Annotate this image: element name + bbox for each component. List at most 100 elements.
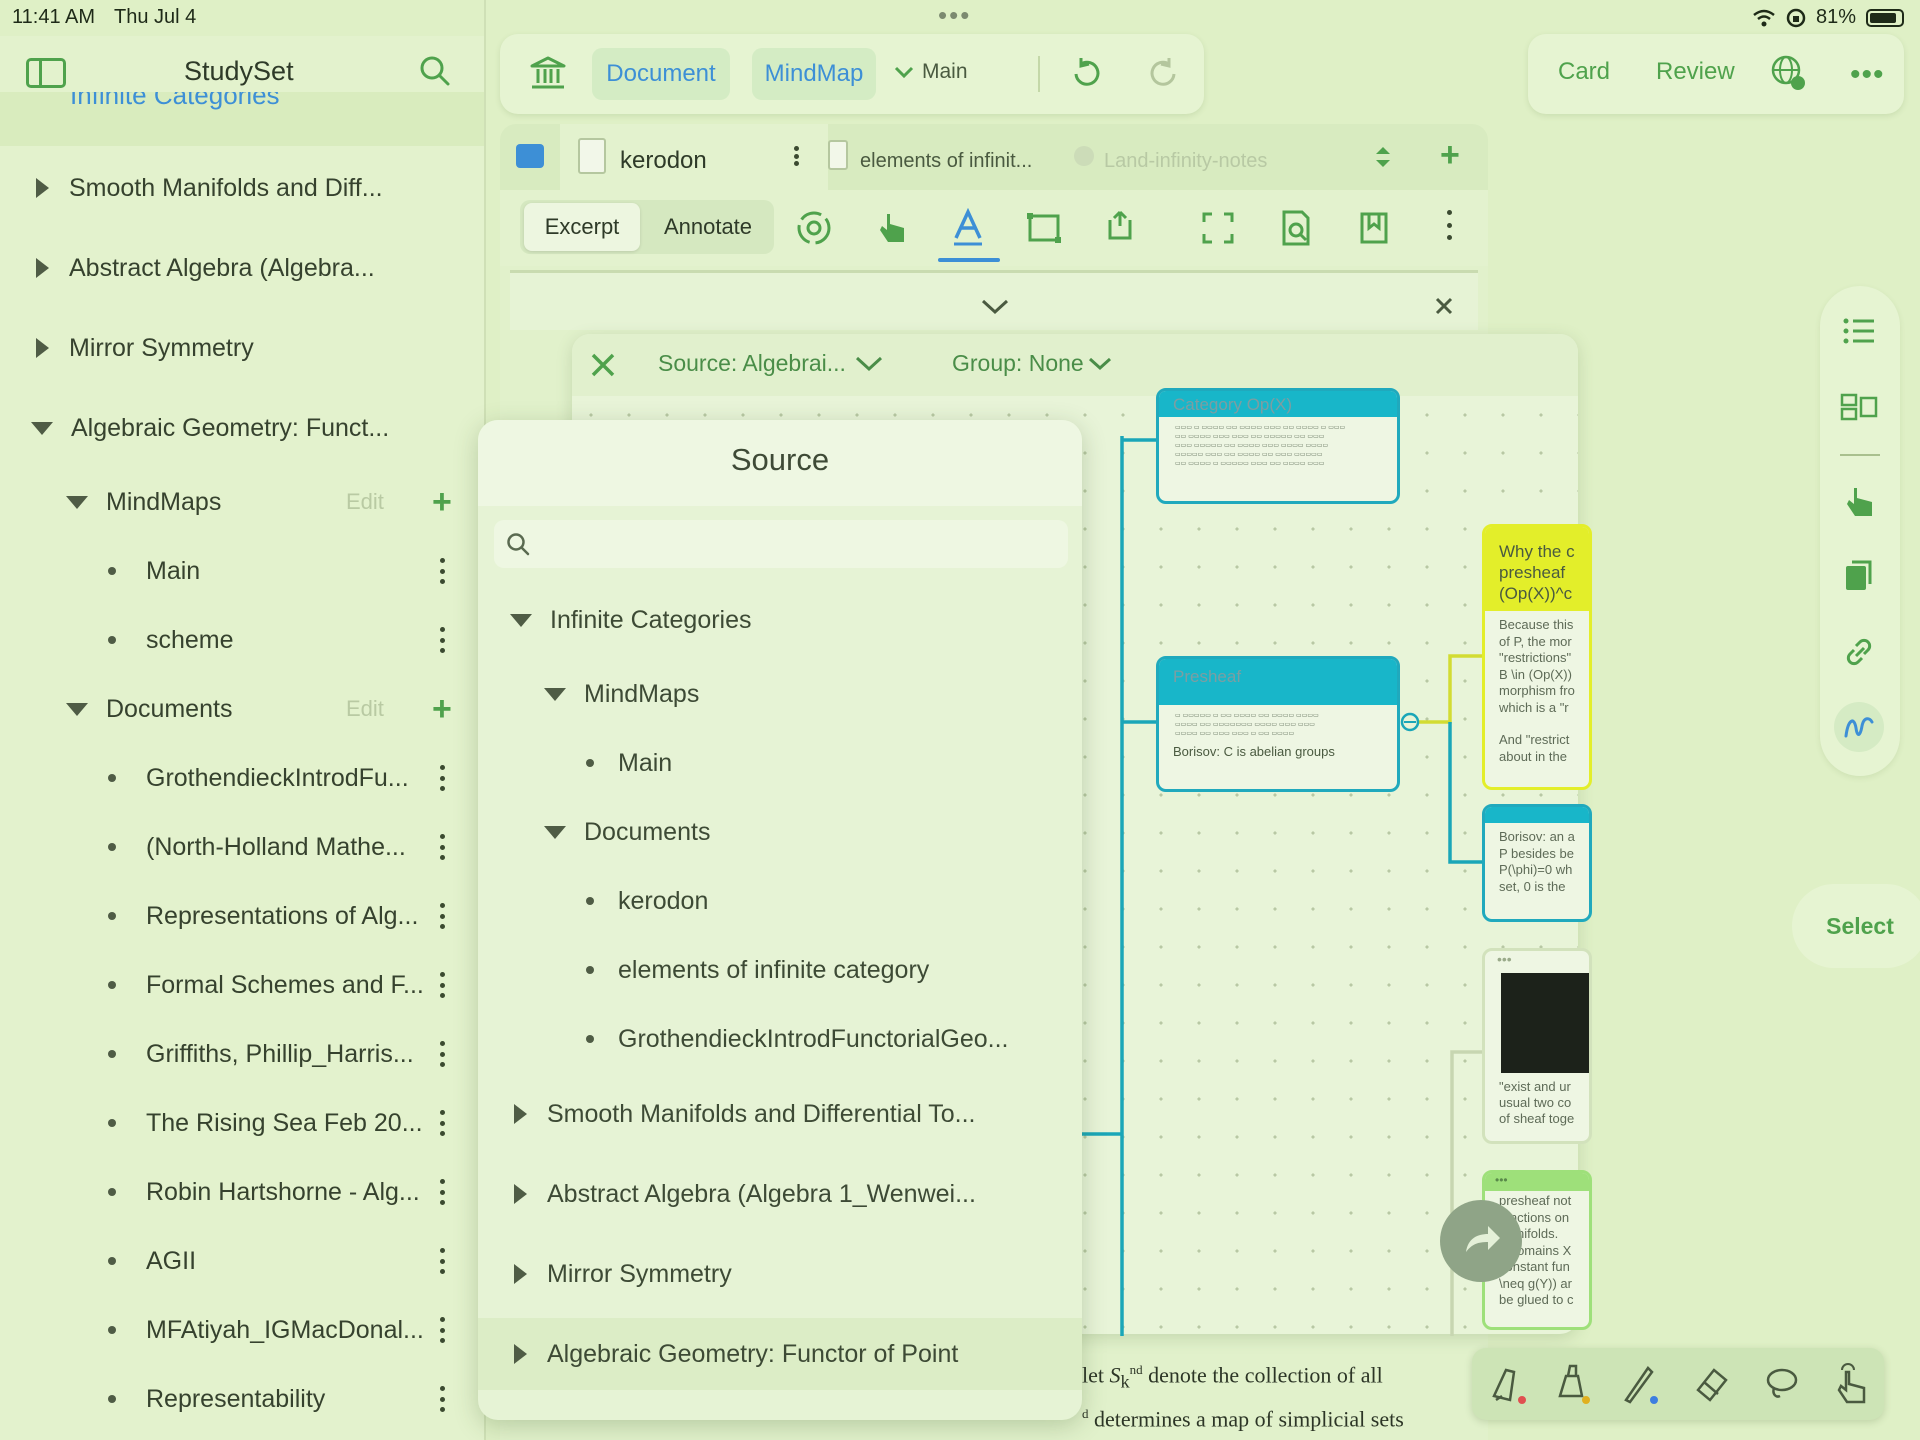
sidebar-item-mirror-symmetry[interactable]: Mirror Symmetry	[0, 318, 484, 378]
multitasking-dots[interactable]: •••	[938, 0, 971, 31]
sidebar-mindmaps-header[interactable]: MindMaps Edit +	[0, 472, 484, 532]
source-tree-item[interactable]: kerodon	[478, 867, 1082, 935]
expand-icon[interactable]	[514, 1344, 527, 1364]
annotate-mode-button[interactable]: Annotate	[646, 203, 770, 251]
more-icon[interactable]	[440, 1248, 446, 1274]
fullscreen-icon[interactable]	[1198, 208, 1238, 248]
expand-area-icon[interactable]	[1100, 208, 1140, 248]
collapse-icon[interactable]	[510, 613, 532, 627]
source-tree-item-abstract-algebra[interactable]: Abstract Algebra (Algebra 1_Wenwei...	[478, 1160, 1082, 1228]
close-icon[interactable]	[1434, 296, 1454, 316]
close-tab-icon[interactable]	[1074, 146, 1094, 166]
sidebar-document-item[interactable]: Robin Hartshorne - Alg...	[0, 1162, 484, 1222]
document-search-icon[interactable]	[1276, 208, 1316, 248]
mindmap-card-presheaf[interactable]: Presheaf ▭ ▭▭▭▭▭ ▭ ▭▭ ▭▭▭▭ ▭▭ ▭▭▭▭ ▭▭▭▭ ▭…	[1156, 656, 1400, 792]
sidebar-item-partial[interactable]: Infinite Categories	[0, 92, 484, 146]
sidebar-item-algebraic-geometry[interactable]: Algebraic Geometry: Funct...	[0, 398, 484, 458]
expand-icon[interactable]	[36, 338, 49, 358]
copy-pages-icon[interactable]	[1842, 558, 1876, 594]
mindmap-mode-button[interactable]: MindMap	[752, 48, 876, 100]
more-icon[interactable]	[440, 972, 446, 998]
sidebar-item-abstract-algebra[interactable]: Abstract Algebra (Algebra...	[0, 238, 484, 298]
more-icon[interactable]	[440, 627, 446, 653]
web-search-icon[interactable]	[1770, 54, 1806, 92]
sidebar-document-item[interactable]: Formal Schemes and F...	[0, 955, 484, 1015]
source-tree-root[interactable]: Infinite Categories	[478, 586, 1082, 654]
expand-icon[interactable]	[514, 1104, 527, 1124]
auto-excerpt-icon[interactable]	[794, 208, 834, 248]
split-view-icon[interactable]	[516, 144, 544, 168]
more-icon[interactable]	[440, 1386, 446, 1412]
source-tree-documents[interactable]: Documents	[478, 798, 1082, 866]
sidebar-mindmap-scheme[interactable]: scheme	[0, 610, 484, 670]
undo-icon[interactable]	[1070, 56, 1102, 90]
hand-pointer-icon[interactable]	[872, 208, 912, 248]
sidebar-document-item[interactable]: (North-Holland Mathe...	[0, 817, 484, 877]
collapse-icon[interactable]	[66, 495, 88, 509]
expand-icon[interactable]	[36, 178, 49, 198]
more-icon[interactable]	[440, 834, 446, 860]
text-select-icon[interactable]	[948, 208, 988, 248]
sidebar-documents-header[interactable]: Documents Edit +	[0, 679, 484, 739]
add-tab-icon[interactable]: +	[1440, 138, 1460, 172]
tab-label[interactable]: Land-infinity-notes	[1104, 150, 1267, 173]
outline-list-icon[interactable]	[1842, 316, 1876, 346]
pencil-icon[interactable]	[1620, 1362, 1660, 1406]
search-icon[interactable]	[420, 56, 450, 86]
scribble-icon[interactable]	[1842, 708, 1876, 744]
source-search-input[interactable]	[494, 520, 1068, 568]
document-mode-button[interactable]: Document	[592, 48, 730, 100]
more-icon[interactable]	[440, 1110, 446, 1136]
collapse-icon[interactable]	[66, 702, 88, 716]
sidebar-item-smooth-manifolds[interactable]: Smooth Manifolds and Diff...	[0, 158, 484, 218]
more-icon[interactable]	[1447, 210, 1453, 240]
mindmap-card-why[interactable]: Why the c presheaf (Op(X))^c Because this o…	[1482, 524, 1592, 790]
more-icon[interactable]	[440, 1041, 446, 1067]
chevron-down-icon[interactable]	[980, 298, 1010, 316]
excerpt-mode-button[interactable]: Excerpt	[524, 203, 640, 251]
mindmap-card-image-note[interactable]: ••• "exist and ur usual two co of sheaf to…	[1482, 948, 1592, 1144]
source-tree-item[interactable]: Main	[478, 729, 1082, 797]
more-icon[interactable]	[440, 903, 446, 929]
expand-icon[interactable]	[514, 1184, 527, 1204]
hand-pointer-icon[interactable]	[1842, 484, 1876, 520]
sidebar-document-item[interactable]: Representations of Alg...	[0, 886, 484, 946]
sidebar-toggle-icon[interactable]	[26, 58, 66, 88]
lasso-icon[interactable]	[1762, 1362, 1802, 1406]
collapse-icon[interactable]	[31, 421, 53, 435]
collapse-icon[interactable]	[544, 825, 566, 839]
more-icon[interactable]	[440, 558, 446, 584]
layout-icon[interactable]	[1840, 392, 1878, 422]
eraser-icon[interactable]	[1692, 1362, 1732, 1406]
sidebar-document-item[interactable]: The Rising Sea Feb 20...	[0, 1093, 484, 1153]
redo-icon[interactable]	[1148, 56, 1180, 90]
pen-icon[interactable]	[1488, 1362, 1528, 1406]
tab-sort-icon[interactable]	[1374, 144, 1392, 170]
source-tree-item[interactable]: elements of infinite category	[478, 936, 1082, 1004]
card-button[interactable]: Card	[1558, 58, 1610, 86]
mindmap-selector[interactable]: Main	[894, 60, 968, 84]
source-tree-item-smooth-manifolds[interactable]: Smooth Manifolds and Differential To...	[478, 1080, 1082, 1148]
sidebar-document-item[interactable]: GrothendieckIntrodFu...	[0, 748, 484, 808]
sidebar-mindmap-main[interactable]: Main	[0, 541, 484, 601]
expand-icon[interactable]	[36, 258, 49, 278]
collapse-icon[interactable]	[544, 687, 566, 701]
tab-more-icon[interactable]	[794, 146, 800, 166]
more-icon[interactable]: •••	[1850, 60, 1885, 90]
source-tree-item-mirror-symmetry[interactable]: Mirror Symmetry	[478, 1240, 1082, 1308]
group-filter-dropdown[interactable]: Group: None	[952, 350, 1112, 377]
close-icon[interactable]	[590, 352, 616, 378]
sidebar-document-item[interactable]: MFAtiyah_IGMacDonal...	[0, 1300, 484, 1360]
review-button[interactable]: Review	[1656, 58, 1735, 86]
more-icon[interactable]	[440, 1317, 446, 1343]
link-icon[interactable]	[1842, 634, 1876, 670]
add-document-icon[interactable]: +	[432, 692, 452, 726]
more-icon[interactable]	[440, 1179, 446, 1205]
bookmark-icon[interactable]	[1354, 208, 1394, 248]
source-tree-item[interactable]: GrothendieckIntrodFunctorialGeo...	[478, 1005, 1082, 1073]
sidebar-document-item[interactable]: Representability	[0, 1369, 484, 1429]
source-tree-item-algebraic-geometry[interactable]: Algebraic Geometry: Functor of Point	[478, 1320, 1082, 1388]
rect-select-icon[interactable]	[1024, 208, 1064, 248]
add-mindmap-icon[interactable]: +	[432, 485, 452, 519]
touch-draw-icon[interactable]	[1832, 1362, 1872, 1406]
